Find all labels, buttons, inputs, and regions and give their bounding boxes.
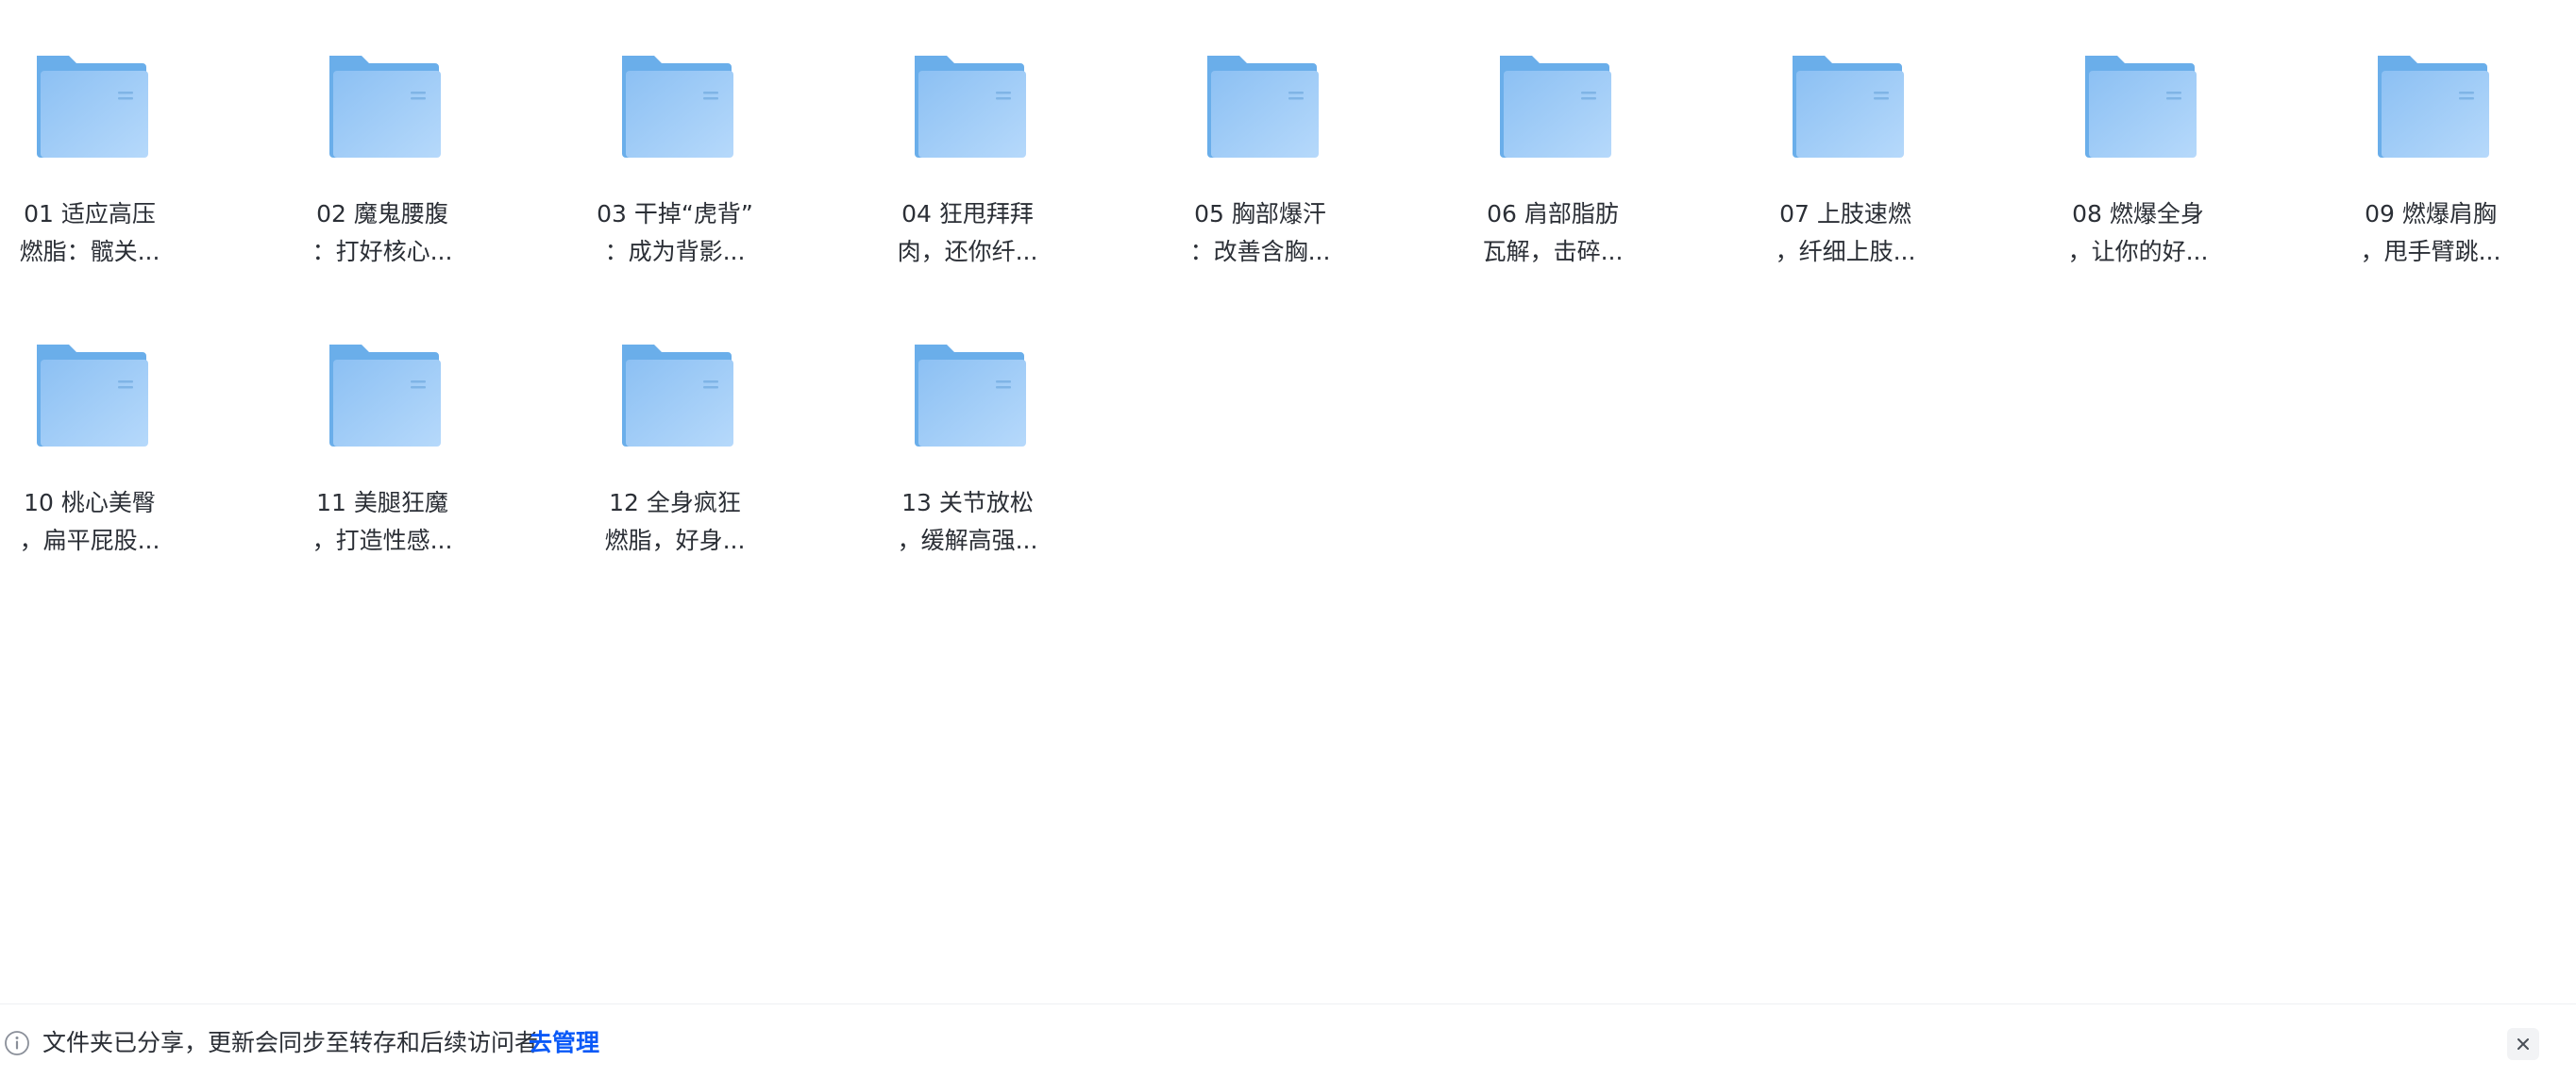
folder-icon [2081,52,2197,160]
folder-item[interactable]: 06 肩部脂肪 瓦解，击碎... [1463,0,1642,265]
folder-icon [33,52,148,160]
folder-item[interactable]: 12 全身疯狂 燃脂，好身... [585,289,765,554]
folder-item[interactable]: 11 美腿狂魔 ，打造性感... [293,289,472,554]
folder-name-line-1: 12 全身疯狂 [609,489,741,516]
folder-name-line-2: ：成为背影... [604,238,746,265]
folder-name-line-1: 09 燃爆肩胸 [2365,200,2497,228]
folder-item[interactable]: 08 燃爆全身 ，让你的好... [2048,0,2228,265]
folder-item[interactable]: 09 燃爆肩胸 ，甩手臂跳... [2341,0,2520,265]
folder-item[interactable]: 13 关节放松 ，缓解高强... [878,289,1057,554]
shared-folder-view: 01 适应高压 燃脂：髋关... 02 魔鬼腰腹 ：打好核心... 03 干掉“虎背” ：… [0,0,2576,1079]
folder-icon [1496,52,1611,160]
folder-name: 10 桃心美臀 ，扁平屁股... [0,484,179,560]
folder-icon [33,341,148,449]
folder-name-line-1: 13 关节放松 [901,489,1034,516]
folder-icon [326,341,441,449]
folder-name-line-2: ，扁平屁股... [19,527,160,554]
folder-name-line-2: 瓦解，击碎... [1482,238,1624,265]
folder-name-line-1: 02 魔鬼腰腹 [316,200,448,228]
folder-name: 06 肩部脂肪 瓦解，击碎... [1463,195,1642,271]
folder-name-line-2: ：打好核心... [311,238,453,265]
folder-name-line-2: ，打造性感... [311,527,453,554]
folder-name: 12 全身疯狂 燃脂，好身... [585,484,765,560]
info-icon [4,1030,30,1056]
folder-name: 05 胸部爆汗 ：改善含胸... [1170,195,1350,271]
folder-item[interactable]: 04 狂甩拜拜 肉，还你纤... [878,0,1057,265]
folder-icon [1204,52,1319,160]
folder-name-line-1: 04 狂甩拜拜 [901,200,1034,228]
folder-name-line-2: ：改善含胸... [1189,238,1331,265]
folder-name: 08 燃爆全身 ，让你的好... [2048,195,2228,271]
manage-link[interactable]: 去管理 [529,1027,599,1059]
folder-name: 04 狂甩拜拜 肉，还你纤... [878,195,1057,271]
folder-name-line-1: 08 燃爆全身 [2072,200,2204,228]
folder-icon [618,52,733,160]
folder-name-line-2: ，缓解高强... [897,527,1038,554]
folder-name-line-2: ，纤细上肢... [1775,238,1916,265]
close-icon [2517,1038,2529,1050]
folder-name: 11 美腿狂魔 ，打造性感... [293,484,472,560]
folder-item[interactable]: 07 上肢速燃 ，纤细上肢... [1756,0,1935,265]
folder-icon [618,341,733,449]
folder-item[interactable]: 01 适应高压 燃脂：髋关... [0,0,179,265]
folder-icon [2374,52,2489,160]
folder-item[interactable]: 10 桃心美臀 ，扁平屁股... [0,289,179,554]
folder-name-line-1: 05 胸部爆汗 [1194,200,1326,228]
folder-name-line-2: 燃脂：髋关... [19,238,160,265]
close-button[interactable] [2507,1028,2539,1060]
folder-name: 09 燃爆肩胸 ，甩手臂跳... [2341,195,2520,271]
folder-name-line-1: 10 桃心美臀 [24,489,156,516]
folder-name: 07 上肢速燃 ，纤细上肢... [1756,195,1935,271]
folder-name-line-1: 07 上肢速燃 [1779,200,1911,228]
folder-name: 01 适应高压 燃脂：髋关... [0,195,179,271]
folder-name-line-1: 06 肩部脂肪 [1487,200,1619,228]
folder-icon [911,341,1026,449]
folder-icon [911,52,1026,160]
folder-icon [326,52,441,160]
folder-name: 03 干掉“虎背” ：成为背影... [585,195,765,271]
share-notice-text: 文件夹已分享，更新会同步至转存和后续访问者 [42,1029,539,1056]
folder-name-line-2: ，让你的好... [2067,238,2209,265]
folder-name-line-2: 肉，还你纤... [897,238,1038,265]
share-notice-bar: 文件夹已分享，更新会同步至转存和后续访问者 去管理 [0,1003,2576,1079]
folder-name: 13 关节放松 ，缓解高强... [878,484,1057,560]
folder-name-line-2: ，甩手臂跳... [2360,238,2501,265]
folder-item[interactable]: 02 魔鬼腰腹 ：打好核心... [293,0,472,265]
folder-icon [1789,52,1904,160]
folder-name: 02 魔鬼腰腹 ：打好核心... [293,195,472,271]
folder-name-line-2: 燃脂，好身... [604,527,746,554]
folder-name-line-1: 03 干掉“虎背” [597,200,753,228]
folder-item[interactable]: 05 胸部爆汗 ：改善含胸... [1170,0,1350,265]
folder-name-line-1: 11 美腿狂魔 [316,489,448,516]
folder-name-line-1: 01 适应高压 [24,200,156,228]
folder-item[interactable]: 03 干掉“虎背” ：成为背影... [585,0,765,265]
